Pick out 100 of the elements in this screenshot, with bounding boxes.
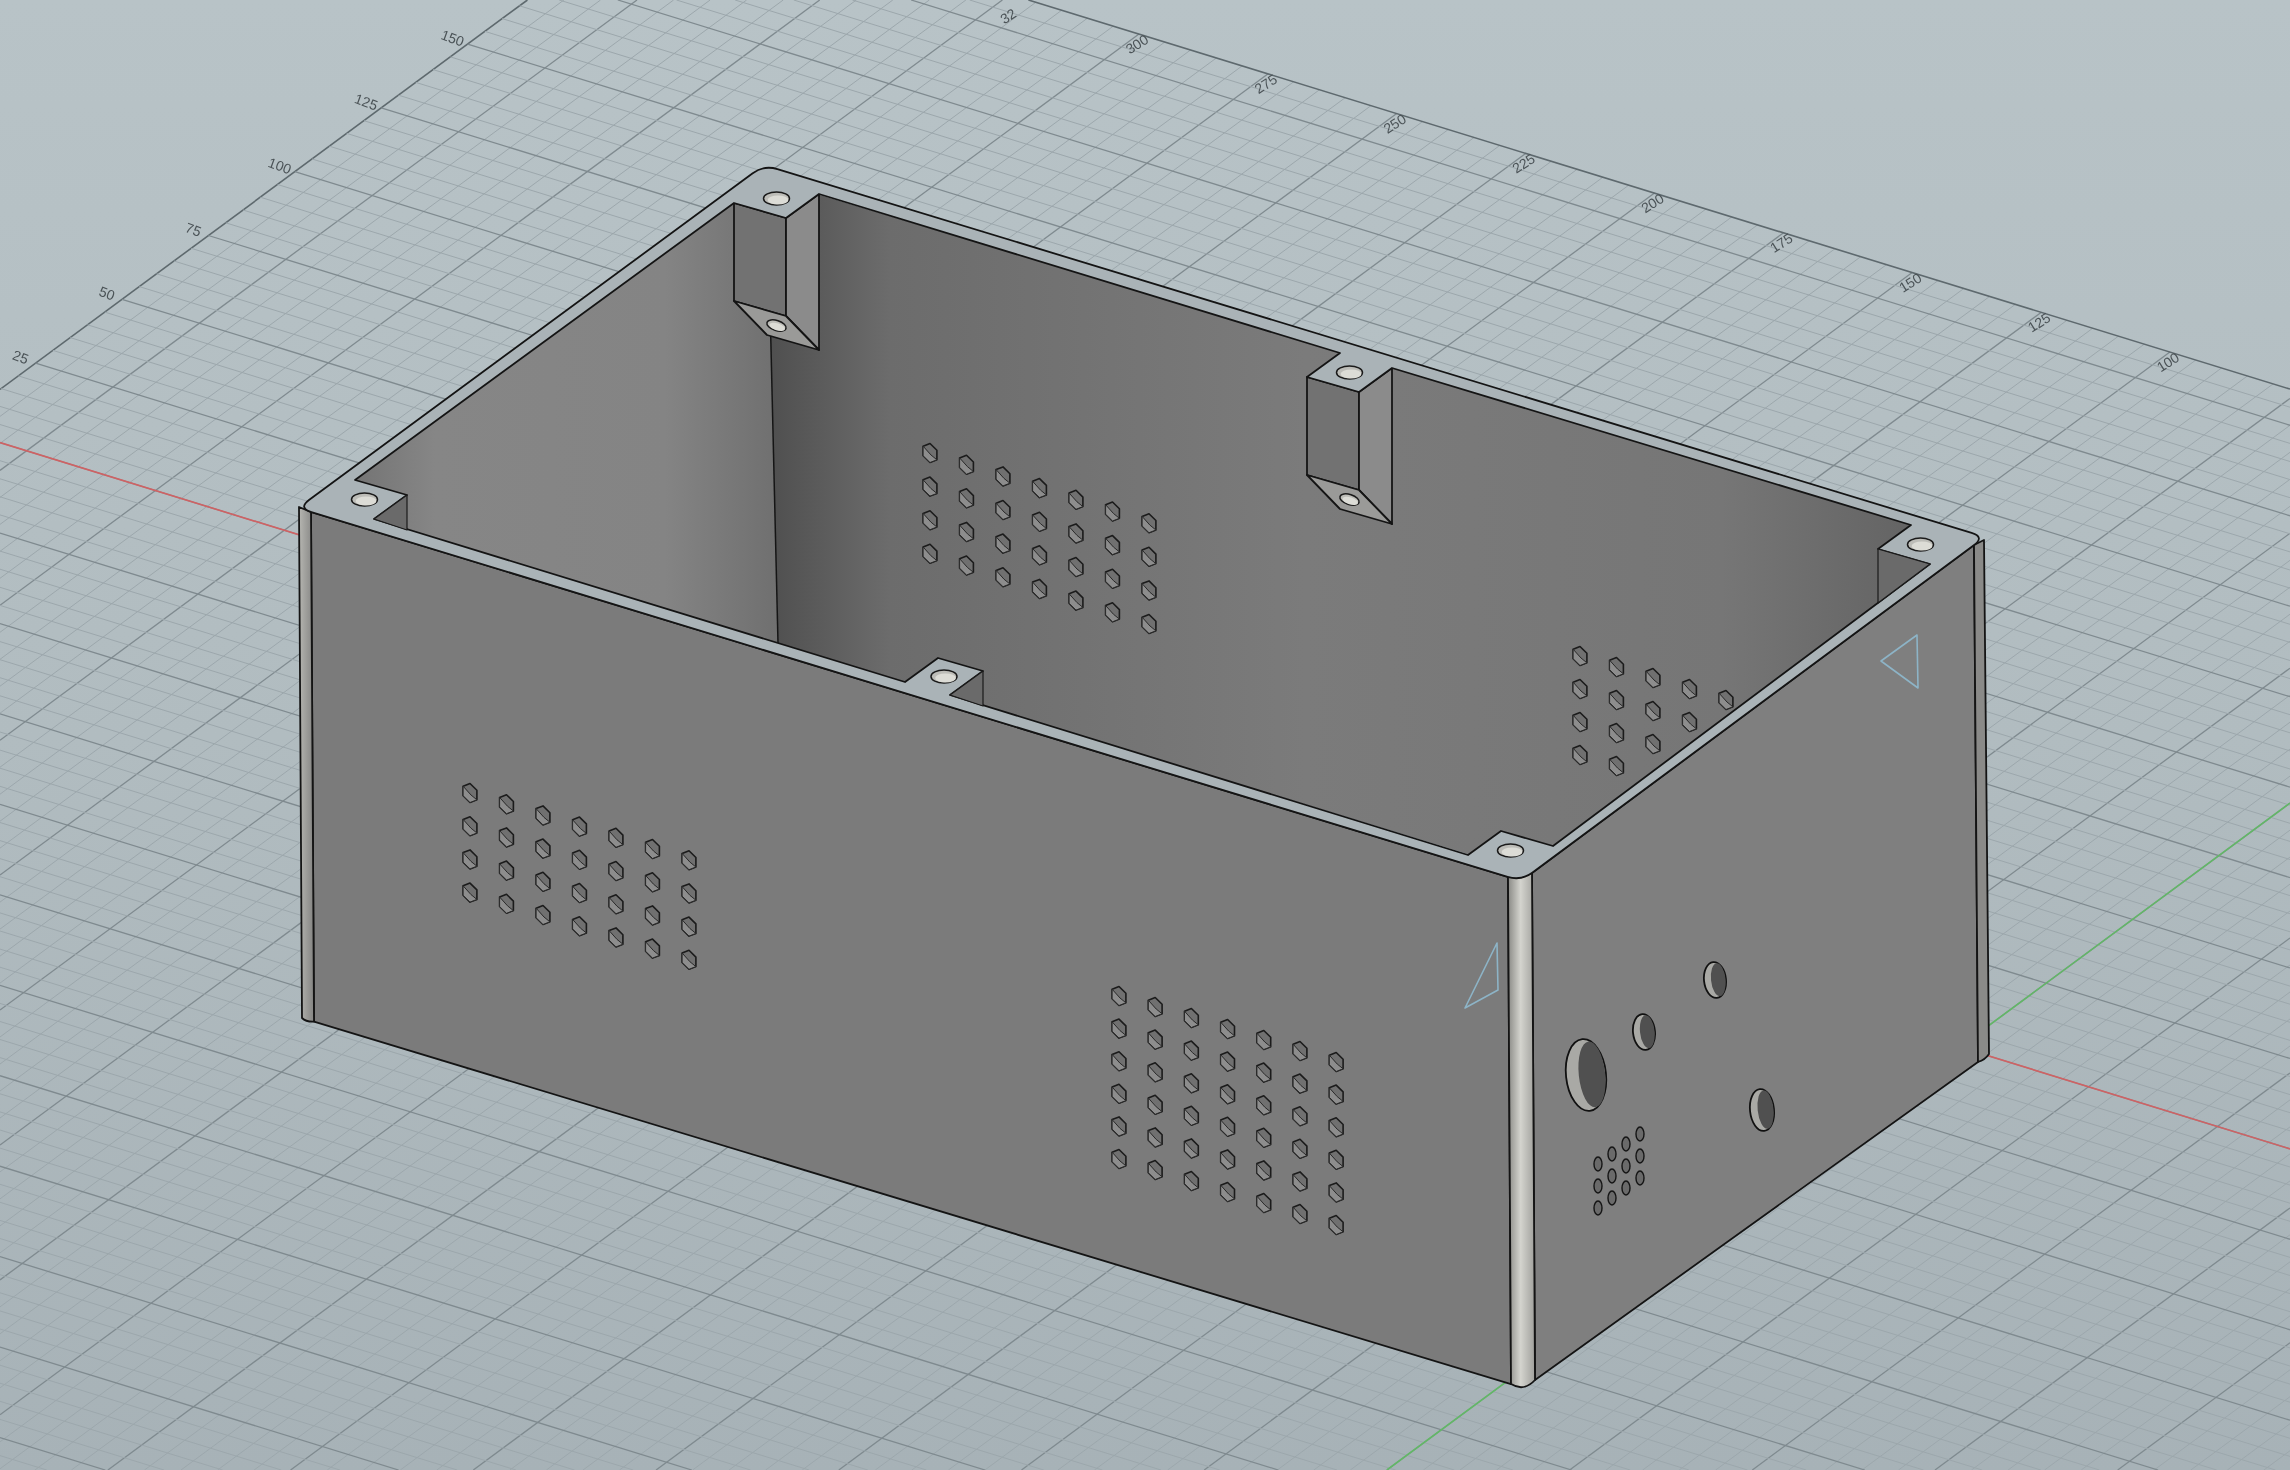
vent-hole xyxy=(1328,1116,1344,1138)
round-hole xyxy=(1749,1088,1775,1132)
vent-hole xyxy=(1031,477,1048,499)
screw-hole xyxy=(1496,843,1525,858)
vent-hole xyxy=(1111,1018,1127,1039)
screw-hole xyxy=(350,492,379,507)
vent-hole xyxy=(1607,1146,1617,1162)
vent-hole xyxy=(608,827,624,849)
vent-hole xyxy=(958,555,975,576)
vent-hole xyxy=(1621,1180,1631,1196)
ruler-label: 150 xyxy=(1896,269,1925,296)
vent-hole xyxy=(608,927,624,948)
ruler-label: 75 xyxy=(183,219,204,240)
vent-hole xyxy=(1068,590,1084,611)
vent-hole xyxy=(644,905,661,926)
vent-hole xyxy=(535,838,551,859)
vent-hole xyxy=(498,893,515,915)
vent-hole xyxy=(535,871,551,893)
vent-hole xyxy=(1256,1094,1272,1116)
ruler-label: 300 xyxy=(1122,31,1152,58)
vent-hole xyxy=(1572,744,1588,766)
vent-hole xyxy=(1256,1127,1272,1149)
vent-hole xyxy=(1256,1192,1272,1214)
vent-hole xyxy=(1645,733,1661,755)
mounting-boss xyxy=(949,670,984,707)
vent-hole xyxy=(462,849,478,870)
vent-hole xyxy=(1328,1214,1344,1236)
vent-hole xyxy=(608,893,624,915)
vent-hole xyxy=(681,949,697,971)
vent-hole xyxy=(1608,656,1625,678)
vent-hole xyxy=(995,466,1011,487)
vent-hole xyxy=(1111,985,1127,1007)
vent-hole xyxy=(608,860,624,882)
vent-hole xyxy=(1219,1116,1236,1138)
vent-hole xyxy=(1183,1170,1200,1192)
vent-hole xyxy=(644,938,661,959)
ruler-label: 125 xyxy=(352,90,380,114)
vent-hole xyxy=(1111,1116,1127,1137)
vent-hole xyxy=(1292,1040,1308,1062)
vent-hole xyxy=(922,509,938,531)
vent-hole xyxy=(1621,1158,1631,1174)
vent-hole xyxy=(535,805,551,826)
vent-hole xyxy=(1292,1203,1308,1225)
vent-hole xyxy=(922,442,938,464)
vent-hole xyxy=(1608,722,1625,744)
vent-hole xyxy=(681,883,697,904)
vent-hole xyxy=(1608,755,1625,777)
vent-hole xyxy=(958,488,975,509)
vent-hole xyxy=(1219,1051,1236,1072)
vent-hole xyxy=(1031,511,1048,532)
ruler-label: 275 xyxy=(1251,70,1280,97)
screw-hole xyxy=(1906,537,1935,552)
vent-hole xyxy=(1593,1178,1603,1194)
screw-hole xyxy=(1335,365,1364,380)
screw-hole xyxy=(1339,493,1360,506)
vent-hole xyxy=(462,815,478,837)
vent-hole xyxy=(1111,1148,1127,1170)
vent-hole xyxy=(1607,1190,1617,1206)
vent-hole xyxy=(958,454,975,475)
vent-hole xyxy=(922,476,938,497)
vent-hole xyxy=(1183,1040,1200,1061)
screw-hole xyxy=(762,191,791,206)
ruler-label: 200 xyxy=(1638,190,1667,217)
vent-hole xyxy=(995,499,1011,521)
vent-hole xyxy=(1183,1007,1200,1029)
round-hole xyxy=(1632,1013,1656,1051)
ruler-label: 175 xyxy=(1767,229,1796,256)
vent-hole xyxy=(1147,996,1163,1018)
vent-hole xyxy=(1068,489,1084,511)
ruler-label: 250 xyxy=(1380,110,1409,137)
ruler-label: 100 xyxy=(2153,349,2183,376)
ruler-label: 225 xyxy=(1509,150,1538,177)
vent-hole xyxy=(1219,1018,1236,1040)
vent-hole xyxy=(1635,1170,1645,1186)
vent-hole xyxy=(1068,556,1084,578)
vent-hole xyxy=(1141,580,1157,601)
vent-hole xyxy=(1219,1083,1236,1105)
screw-hole xyxy=(766,319,787,332)
vent-hole xyxy=(1645,667,1661,689)
vent-hole xyxy=(1141,512,1157,534)
vent-hole xyxy=(1256,1160,1272,1181)
vent-hole xyxy=(1111,1083,1127,1105)
vent-hole xyxy=(1183,1105,1200,1127)
vent-hole xyxy=(1031,545,1048,566)
round-hole xyxy=(1703,961,1727,999)
vent-hole xyxy=(1104,568,1121,589)
vent-hole xyxy=(995,533,1011,554)
mounting-boss xyxy=(373,494,408,531)
vent-hole xyxy=(644,838,661,860)
vent-hole xyxy=(1219,1149,1236,1170)
vent-hole xyxy=(1681,711,1698,733)
ruler-label: 150 xyxy=(438,26,467,50)
vent-hole xyxy=(1147,1029,1163,1050)
vent-hole xyxy=(1256,1062,1272,1083)
vent-hole xyxy=(681,849,697,871)
vent-hole xyxy=(498,827,515,848)
vent-hole xyxy=(644,871,661,893)
vent-hole xyxy=(1593,1156,1603,1172)
vent-hole xyxy=(1104,602,1121,623)
vent-hole xyxy=(1183,1072,1200,1094)
